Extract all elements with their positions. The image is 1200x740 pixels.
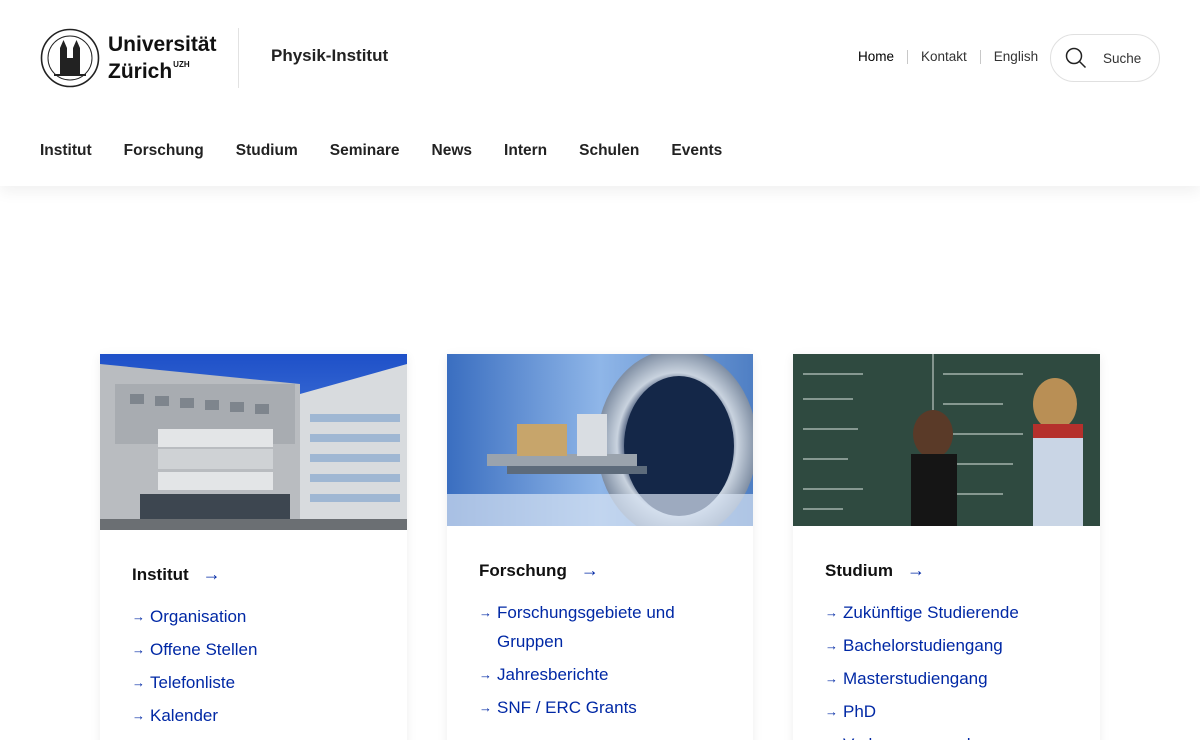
nav-item-schulen[interactable]: Schulen: [579, 142, 639, 160]
logo-line-1: Universität: [108, 33, 217, 56]
logo-sup: UZH: [173, 60, 190, 69]
card-studium: Studium → → Zukünftige Studierende → Bache…: [793, 354, 1100, 740]
nav-item-institut[interactable]: Institut: [40, 142, 92, 160]
arrow-right-icon: →: [132, 642, 145, 657]
card-title-forschung[interactable]: Forschung →: [479, 560, 599, 581]
institute-building-photo[interactable]: [100, 354, 407, 530]
card-institut: Institut → → Organisation → Offene Stellen…: [100, 354, 407, 740]
list-item[interactable]: → Bachelorstudiengang: [825, 631, 1019, 660]
search-button[interactable]: Suche: [1050, 34, 1160, 82]
service-separator: [979, 49, 981, 64]
logo-line-2: ZürichUZH: [108, 60, 190, 83]
arrow-right-icon: →: [825, 704, 838, 719]
studium-chalkboard-photo[interactable]: [793, 354, 1100, 526]
arrow-right-icon: →: [479, 667, 492, 682]
university-seal-icon: [40, 28, 100, 88]
nav-item-news[interactable]: News: [432, 142, 473, 160]
institute-title[interactable]: Physik-Institut: [271, 46, 388, 66]
arrow-right-icon: →: [479, 700, 492, 715]
arrow-right-icon: →: [580, 560, 599, 580]
list-item[interactable]: → SNF / ERC Grants: [479, 693, 699, 722]
arrow-right-icon: →: [132, 675, 145, 690]
list-item[interactable]: → Offene Stellen: [132, 635, 257, 664]
arrow-right-icon: →: [132, 609, 145, 624]
list-item[interactable]: → Organisation: [132, 602, 257, 631]
arrow-right-icon: →: [479, 605, 492, 620]
arrow-right-icon: →: [907, 560, 925, 580]
nav-item-forschung[interactable]: Forschung: [124, 142, 204, 160]
card-title-studium[interactable]: Studium →: [825, 560, 925, 581]
list-item[interactable]: → PhD: [825, 697, 1019, 726]
list-item[interactable]: →Vorlesungen und: [825, 730, 1019, 740]
search-label: Suche: [1103, 50, 1142, 66]
main-nav: Institut Forschung Studium Seminare News…: [40, 142, 754, 160]
arrow-right-icon: →: [132, 708, 145, 723]
research-lab-photo[interactable]: [447, 354, 753, 526]
arrow-right-icon: →: [825, 605, 838, 620]
list-item[interactable]: → Telefonliste: [132, 668, 257, 697]
arrow-right-icon: →: [825, 730, 843, 740]
card-links-studium: → Zukünftige Studierende → Bachelorstudien…: [825, 598, 1019, 740]
site-header: Universität ZürichUZH Physik-Institut Ho…: [0, 0, 1200, 186]
card-links-forschung: → Forschungsgebiete und Gruppen → Jahresbe…: [479, 598, 699, 726]
uzh-logo[interactable]: Universität ZürichUZH: [40, 28, 217, 88]
nav-item-intern[interactable]: Intern: [504, 142, 547, 160]
card-links-institut: → Organisation → Offene Stellen → Telefonli…: [132, 602, 257, 734]
service-link-home[interactable]: Home: [858, 49, 894, 64]
service-separator: [907, 49, 909, 64]
service-nav: Home Kontakt English: [858, 49, 1038, 64]
service-link-kontakt[interactable]: Kontakt: [921, 49, 967, 64]
header-divider: [238, 28, 239, 88]
nav-item-events[interactable]: Events: [671, 142, 722, 160]
arrow-right-icon: →: [825, 671, 838, 686]
search-icon: [1065, 47, 1087, 69]
list-item[interactable]: → Kalender: [132, 701, 257, 730]
arrow-right-icon: →: [825, 638, 838, 653]
list-item[interactable]: → Masterstudiengang: [825, 664, 1019, 693]
list-item[interactable]: → Zukünftige Studierende: [825, 598, 1019, 627]
nav-item-studium[interactable]: Studium: [236, 142, 298, 160]
list-item[interactable]: → Forschungsgebiete und Gruppen: [479, 598, 699, 656]
list-item[interactable]: → Jahresberichte: [479, 660, 699, 689]
nav-item-seminare[interactable]: Seminare: [330, 142, 400, 160]
service-link-english[interactable]: English: [994, 49, 1038, 64]
card-forschung: Forschung → → Forschungsgebiete und Grupp…: [447, 354, 753, 740]
card-title-institut[interactable]: Institut →: [132, 564, 221, 585]
arrow-right-icon: →: [202, 564, 221, 584]
